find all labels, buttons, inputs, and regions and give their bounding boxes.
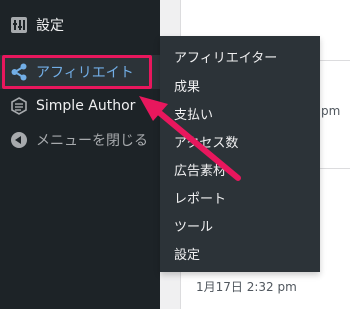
annotation-arrow	[139, 96, 241, 181]
